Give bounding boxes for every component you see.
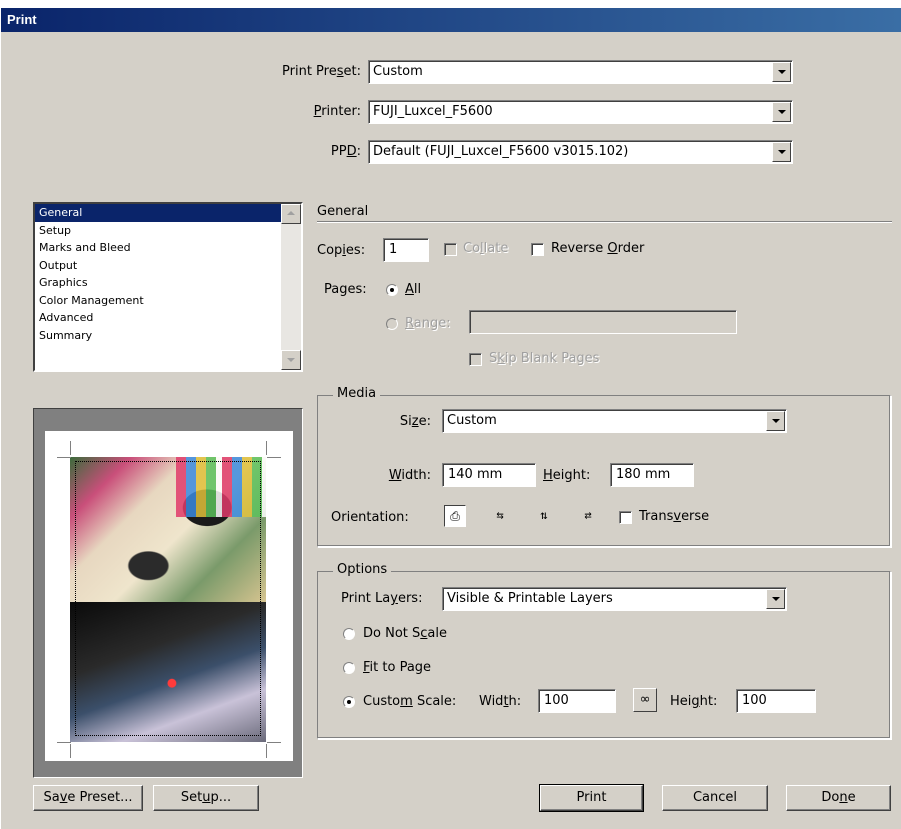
chevron-down-icon[interactable] [772,62,791,82]
size-value: Custom [447,413,497,428]
print-dialog: Print Print Preset: Custom Printer: FUJI… [0,8,901,829]
print-preset-label: Print Preset: [282,64,361,79]
pages-label: Pages: [324,282,367,297]
sidebar-item-summary[interactable]: Summary [35,327,281,345]
fit-to-page-label: Fit to Page [363,660,432,675]
done-button[interactable]: Done [786,785,891,811]
print-preview [33,408,303,778]
crop-mark [70,744,71,758]
scale-height-label: Height: [670,694,718,709]
crop-mark [57,457,71,458]
save-preset-button[interactable]: Save Preset... [33,785,143,811]
bleed-boundary [75,461,261,736]
dialog-title: Print [1,8,901,32]
chevron-down-icon[interactable] [772,102,791,122]
height-label: Height: [543,468,591,483]
sidebar-item-color-management[interactable]: Color Management [35,292,281,310]
options-group-title: Options [333,562,392,577]
custom-scale-radio[interactable] [343,696,355,708]
crop-mark [266,441,267,455]
landscape-icon[interactable]: ⇆ [489,505,511,527]
custom-scale-label: Custom Scale: [363,694,457,709]
chevron-down-icon[interactable] [766,411,785,431]
preview-page [45,431,293,761]
crop-mark [266,744,267,758]
category-list[interactable]: General Setup Marks and Bleed Output Gra… [33,202,303,372]
scale-width-input[interactable]: 100 [538,689,616,713]
do-not-scale-radio[interactable] [343,628,355,640]
printer-label: Printer: [313,104,361,119]
background-strip [0,0,901,8]
print-layers-select[interactable]: Visible & Printable Layers [442,587,787,611]
ppd-label: PPD: [330,144,361,159]
portrait-icon[interactable]: ⎙ [444,505,466,527]
scale-width-label: Width: [479,694,522,709]
sidebar-item-marks-and-bleed[interactable]: Marks and Bleed [35,239,281,257]
chevron-down-icon[interactable] [772,142,791,162]
scroll-down-icon[interactable] [281,350,301,370]
crop-mark [267,742,281,743]
pages-range-radio[interactable] [386,318,398,330]
pages-range-label: Range: [405,316,451,331]
width-label: Width: [388,468,431,483]
media-width-input[interactable]: 140 mm [442,463,536,487]
scroll-up-icon[interactable] [281,204,301,224]
chain-link-icon[interactable]: ∞ [633,688,657,712]
reverse-portrait-icon[interactable]: ⇅ [533,505,555,527]
cancel-button[interactable]: Cancel [662,785,768,811]
sidebar-item-graphics[interactable]: Graphics [35,274,281,292]
media-height-input[interactable]: 180 mm [610,463,694,487]
copies-input[interactable]: 1 [383,238,429,262]
list-scrollbar[interactable] [281,204,301,370]
crop-mark [57,742,71,743]
skip-blank-pages-checkbox[interactable] [469,353,482,366]
sidebar-item-advanced[interactable]: Advanced [35,309,281,327]
ppd-select[interactable]: Default (FUJI_Luxcel_F5600 v3015.102) [368,140,793,164]
print-preset-value: Custom [373,64,423,79]
collate-checkbox[interactable] [444,243,457,256]
printer-select[interactable]: FUJI_Luxcel_F5600 [368,100,793,124]
print-button[interactable]: Print [539,784,644,812]
pages-range-input[interactable] [469,310,737,334]
printer-value: FUJI_Luxcel_F5600 [373,104,493,119]
collate-label: Collate [463,241,509,256]
print-layers-value: Visible & Printable Layers [447,591,613,606]
sidebar-item-setup[interactable]: Setup [35,222,281,240]
general-section-title: General [317,204,369,219]
section-divider [317,221,892,223]
crop-mark [267,457,281,458]
reverse-order-checkbox[interactable] [531,243,544,256]
chevron-down-icon[interactable] [766,589,785,609]
size-select[interactable]: Custom [442,409,787,433]
print-preset-select[interactable]: Custom [368,60,793,84]
size-label: Size: [399,414,431,429]
transverse-label: Transverse [639,509,710,524]
media-group-title: Media [333,386,381,401]
setup-button[interactable]: Setup... [153,785,259,811]
sidebar-item-output[interactable]: Output [35,257,281,275]
transverse-checkbox[interactable] [619,511,632,524]
skip-blank-pages-label: Skip Blank Pages [489,351,600,366]
crop-mark [70,441,71,455]
copies-label: Copies: [317,243,366,258]
orientation-label: Orientation: [331,510,409,525]
reverse-order-label: Reverse Order [551,241,645,256]
pages-all-radio[interactable] [386,284,398,296]
pages-all-label: All [405,282,422,297]
sidebar-item-general[interactable]: General [35,204,281,222]
fit-to-page-radio[interactable] [343,662,355,674]
print-layers-label: Print Layers: [341,591,423,606]
do-not-scale-label: Do Not Scale [363,626,447,641]
ppd-value: Default (FUJI_Luxcel_F5600 v3015.102) [373,144,629,159]
scale-height-input[interactable]: 100 [736,689,816,713]
reverse-landscape-icon[interactable]: ⇄ [577,505,599,527]
